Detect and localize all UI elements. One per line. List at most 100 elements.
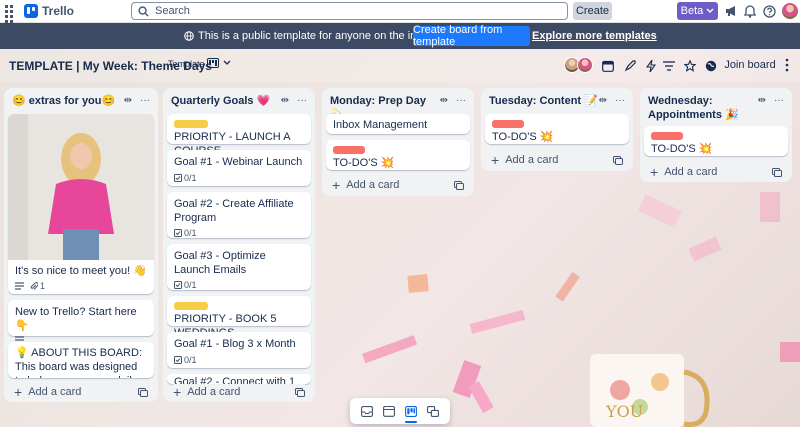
- list-header: Tuesday: Content 📝 ⇹ ···: [489, 94, 625, 108]
- checklist-count: 0/1: [184, 228, 197, 238]
- card-title: TO-DO'S 💥: [492, 131, 554, 143]
- calendar-icon[interactable]: [601, 59, 615, 73]
- checklist-count: 0/1: [184, 355, 197, 365]
- public-template-banner: This is a public template for anyone on …: [0, 23, 800, 49]
- plus-icon[interactable]: +: [332, 177, 340, 193]
- lightning-icon[interactable]: [644, 59, 658, 73]
- switch-boards-icon[interactable]: [425, 403, 441, 419]
- calendar-view-icon[interactable]: [381, 403, 397, 419]
- svg-text:YOU: YOU: [605, 402, 643, 421]
- beta-button[interactable]: Beta: [677, 2, 718, 20]
- join-board-button[interactable]: Join board: [722, 56, 778, 74]
- list-controls: ⇹ ···: [599, 94, 625, 106]
- add-card-button[interactable]: Add a card: [28, 386, 81, 398]
- megaphone-icon[interactable]: [724, 4, 738, 18]
- board-view-selector[interactable]: [207, 58, 231, 68]
- user-avatar[interactable]: [782, 3, 798, 19]
- list-title[interactable]: 😊 extras for you😊: [12, 94, 124, 108]
- search-input[interactable]: Search: [131, 2, 568, 20]
- plus-icon[interactable]: +: [650, 164, 658, 180]
- collapse-list-icon[interactable]: ⇹: [599, 95, 607, 106]
- more-icon[interactable]: ···: [140, 95, 150, 106]
- filter-icon[interactable]: [662, 59, 676, 73]
- list-title[interactable]: Wednesday: Appointments 🎉: [648, 94, 758, 122]
- app-switcher-icon[interactable]: [4, 4, 18, 28]
- board-view-icon[interactable]: [403, 403, 419, 423]
- card-title: Inbox Management: [333, 119, 428, 131]
- add-card-button[interactable]: Add a card: [346, 179, 399, 191]
- card[interactable]: 💡 ABOUT THIS BOARD: This board was desig…: [8, 342, 154, 378]
- card-template-icon[interactable]: [613, 155, 623, 165]
- checklist-badge: 0/1: [174, 228, 197, 238]
- create-button[interactable]: Create: [573, 2, 612, 20]
- attachment-icon: [30, 281, 38, 290]
- more-icon[interactable]: [785, 58, 789, 75]
- card[interactable]: Inbox Management: [326, 114, 470, 134]
- card-title: It's so nice to meet you! 👋: [15, 265, 147, 277]
- trello-logo-icon: [24, 4, 38, 18]
- member-avatar[interactable]: [577, 57, 593, 73]
- checklist-count: 0/1: [184, 280, 197, 290]
- card-template-icon[interactable]: [454, 180, 464, 190]
- card[interactable]: It's so nice to meet you! 👋 1: [8, 114, 154, 294]
- card[interactable]: Goal #1 - Webinar Launch 0/1: [167, 150, 311, 186]
- add-card-button[interactable]: Add a card: [505, 154, 558, 166]
- checklist-count: 0/1: [184, 173, 197, 183]
- list-extras: 😊 extras for you😊 ⇹ ··· It's so nice to m…: [4, 88, 158, 402]
- list-title[interactable]: Quarterly Goals 💗: [171, 94, 281, 108]
- add-card-button[interactable]: Add a card: [664, 166, 717, 178]
- globe-icon: [184, 31, 194, 41]
- card[interactable]: TO-DO'S 💥: [644, 126, 788, 156]
- card-label: [333, 146, 365, 154]
- card-template-icon[interactable]: [295, 387, 305, 397]
- create-from-template-button[interactable]: Create board from template: [413, 24, 530, 48]
- add-card-button[interactable]: Add a card: [187, 386, 240, 398]
- add-card-row: + Add a card: [650, 164, 782, 180]
- description-icon: [15, 282, 24, 290]
- help-icon[interactable]: [762, 4, 776, 18]
- card-label: [174, 120, 208, 128]
- board-view-icon: [207, 58, 219, 68]
- card[interactable]: Goal #1 - Blog 3 x Month 0/1: [167, 332, 311, 368]
- collapse-list-icon[interactable]: ⇹: [758, 95, 766, 106]
- board-header: TEMPLATE | My Week: Theme Days Template …: [0, 49, 800, 82]
- more-icon[interactable]: ···: [297, 95, 307, 106]
- card[interactable]: Goal #2 - Create Affiliate Program 0/1: [167, 192, 311, 238]
- plus-icon[interactable]: +: [14, 384, 22, 400]
- plus-icon[interactable]: +: [173, 384, 181, 400]
- card-title: TO-DO'S 💥: [651, 143, 713, 155]
- card[interactable]: PRIORITY - LAUNCH A COURSE: [167, 114, 311, 157]
- view-switcher: [350, 398, 450, 424]
- card[interactable]: PRIORITY - BOOK 5 WEDDINGS: [167, 296, 311, 339]
- checklist-badge: 0/1: [174, 280, 197, 290]
- trello-logo[interactable]: Trello: [24, 4, 74, 18]
- explore-templates-link[interactable]: Explore more templates: [532, 30, 657, 42]
- more-icon[interactable]: ···: [615, 95, 625, 106]
- globe-icon[interactable]: [704, 59, 718, 73]
- card-title: Goal #1 - Blog 3 x Month: [174, 338, 296, 350]
- card-badges: 0/1: [167, 277, 311, 290]
- collapse-list-icon[interactable]: ⇹: [440, 95, 448, 106]
- card[interactable]: Goal #2 - Connect with 1 vendor: [167, 374, 311, 384]
- star-icon[interactable]: [683, 59, 697, 73]
- card[interactable]: TO-DO'S 💥: [485, 114, 629, 144]
- board-members[interactable]: [564, 57, 593, 73]
- inbox-view-icon[interactable]: [359, 403, 375, 419]
- list-header: 😊 extras for you😊 ⇹ ···: [12, 94, 150, 108]
- collapse-list-icon[interactable]: ⇹: [124, 95, 132, 106]
- collapse-list-icon[interactable]: ⇹: [281, 95, 289, 106]
- plus-icon[interactable]: +: [491, 152, 499, 168]
- more-icon[interactable]: ···: [456, 95, 466, 106]
- list-title[interactable]: Tuesday: Content 📝: [489, 94, 599, 108]
- card-template-icon[interactable]: [138, 387, 148, 397]
- card[interactable]: Goal #3 - Optimize Launch Emails 0/1: [167, 244, 311, 290]
- card[interactable]: TO-DO'S 💥: [326, 140, 470, 170]
- template-badge: Template: [168, 59, 205, 69]
- card-template-icon[interactable]: [772, 167, 782, 177]
- rocket-icon[interactable]: [623, 59, 637, 73]
- bell-icon[interactable]: [743, 4, 757, 18]
- more-icon[interactable]: ···: [774, 95, 784, 106]
- card-badges: 0/1: [167, 351, 311, 365]
- checklist-icon: [174, 229, 182, 237]
- card[interactable]: New to Trello? Start here 👇: [8, 300, 154, 344]
